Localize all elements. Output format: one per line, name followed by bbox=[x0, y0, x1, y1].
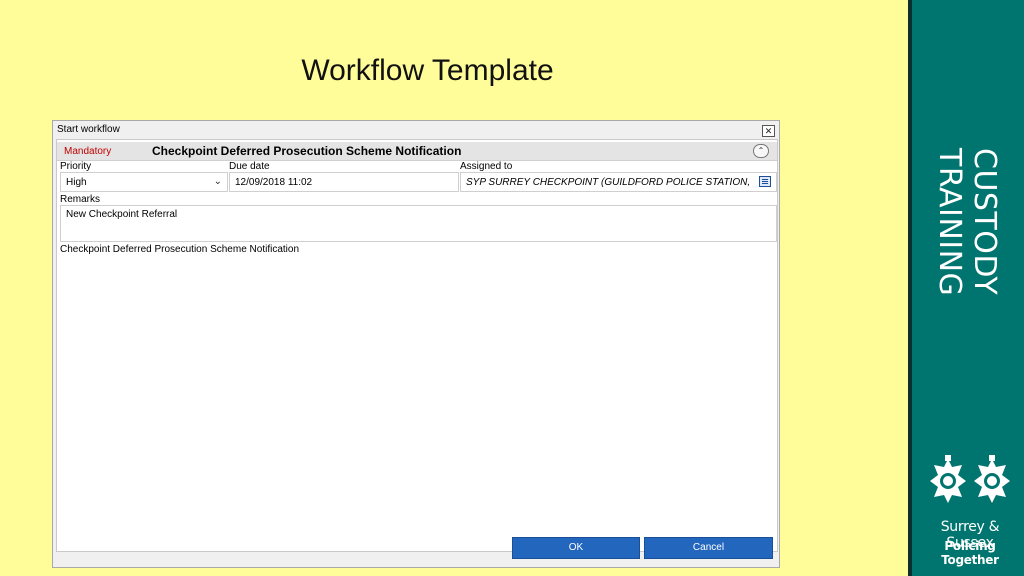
due-date-label: Due date bbox=[229, 161, 270, 172]
slide-title: Workflow Template bbox=[301, 54, 554, 87]
remarks-textarea[interactable]: New Checkpoint Referral bbox=[60, 205, 777, 242]
workflow-description: Checkpoint Deferred Prosecution Scheme N… bbox=[60, 244, 300, 255]
remarks-value: New Checkpoint Referral bbox=[66, 209, 178, 220]
priority-select[interactable]: High ⌄ bbox=[60, 172, 228, 192]
remarks-label: Remarks bbox=[60, 194, 101, 205]
workflow-panel: Mandatory Checkpoint Deferred Prosecutio… bbox=[56, 139, 778, 552]
sussex-police-badge-icon bbox=[974, 455, 1010, 503]
workflow-header: Mandatory Checkpoint Deferred Prosecutio… bbox=[57, 142, 777, 161]
due-date-field[interactable]: 12/09/2018 11:02 bbox=[229, 172, 459, 192]
assigned-to-value: SYP SURREY CHECKPOINT (GUILDFORD POLICE … bbox=[466, 177, 751, 188]
mandatory-label: Mandatory bbox=[64, 146, 112, 157]
ok-button[interactable]: OK bbox=[512, 537, 640, 559]
assigned-to-label: Assigned to bbox=[460, 161, 513, 172]
due-date-value: 12/09/2018 11:02 bbox=[235, 177, 313, 188]
custody-training-label: CUSTODY TRAINING bbox=[932, 148, 1002, 297]
assigned-to-field[interactable]: SYP SURREY CHECKPOINT (GUILDFORD POLICE … bbox=[460, 172, 777, 192]
priority-label: Priority bbox=[60, 161, 92, 172]
chevron-down-icon[interactable]: ⌄ bbox=[214, 176, 222, 187]
collapse-chevron-up-icon[interactable]: ⌃ bbox=[753, 144, 769, 158]
dialog-title: Start workflow bbox=[57, 124, 120, 135]
start-workflow-dialog: Start workflow ✕ Mandatory Checkpoint De… bbox=[52, 120, 780, 568]
surrey-police-badge-icon bbox=[930, 455, 966, 503]
close-icon[interactable]: ✕ bbox=[762, 125, 775, 137]
address-book-icon[interactable] bbox=[759, 176, 771, 187]
cancel-button[interactable]: Cancel bbox=[644, 537, 773, 559]
brand-tagline: Policing Together bbox=[941, 539, 999, 567]
priority-value: High bbox=[66, 177, 87, 188]
workflow-header-title: Checkpoint Deferred Prosecution Scheme N… bbox=[152, 144, 462, 158]
police-logo: Surrey & Sussex Policing Together bbox=[922, 455, 1018, 567]
